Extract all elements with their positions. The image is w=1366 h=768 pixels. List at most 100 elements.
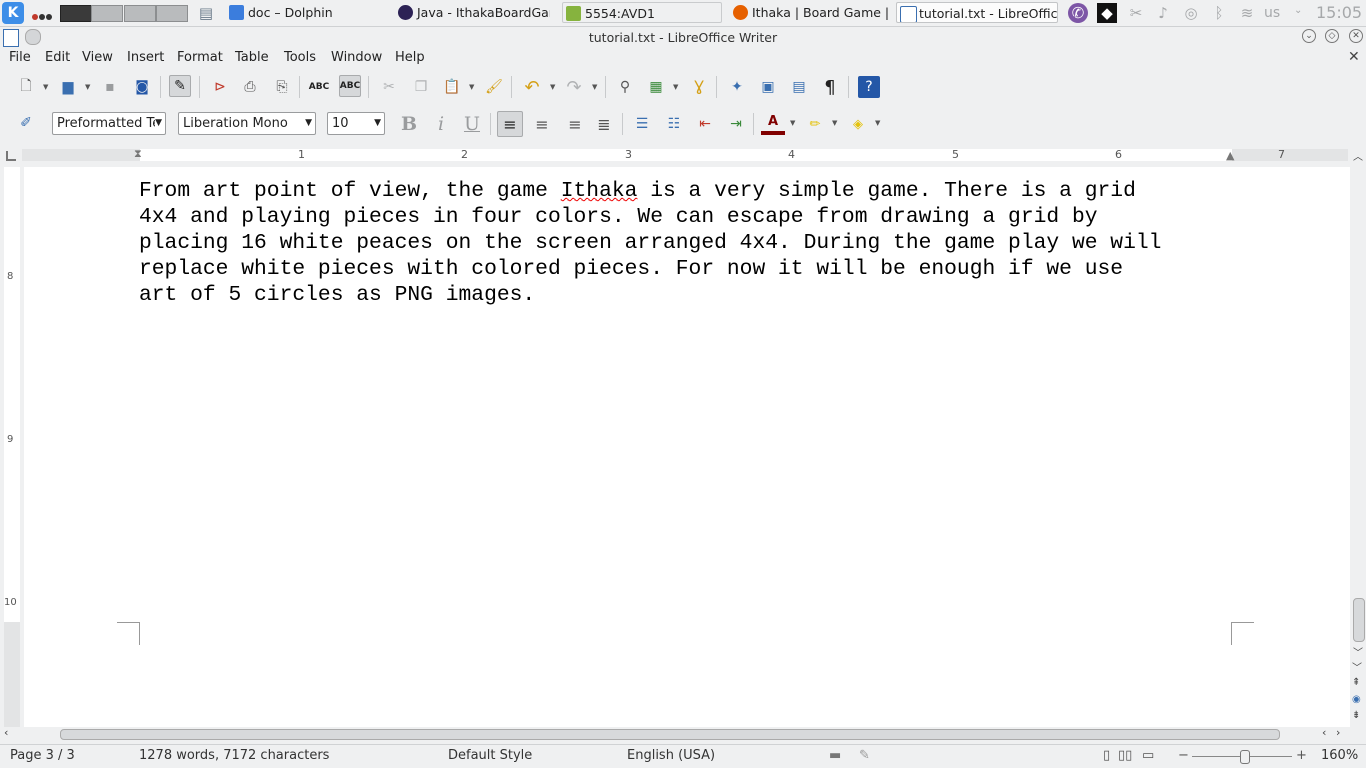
show-draw-functions-icon[interactable]: Ɣ bbox=[688, 76, 710, 98]
chevron-down-icon[interactable]: ▼ bbox=[875, 112, 883, 134]
previous-page-icon[interactable]: ⇞ bbox=[1352, 677, 1360, 688]
volume-icon[interactable]: ♪ bbox=[1153, 3, 1173, 23]
print-icon[interactable]: ⎙ bbox=[239, 76, 261, 98]
desktop-2[interactable] bbox=[91, 5, 123, 22]
wifi-icon[interactable]: ≋ bbox=[1237, 3, 1257, 23]
scissors-icon[interactable]: ✂ bbox=[1126, 3, 1146, 23]
cut-icon[interactable]: ✂ bbox=[378, 76, 400, 98]
scroll-thumb[interactable] bbox=[1353, 598, 1365, 642]
menu-insert[interactable]: Insert bbox=[127, 50, 164, 65]
save-icon[interactable]: ▪ bbox=[99, 76, 121, 98]
word-count[interactable]: 1278 words, 7172 characters bbox=[139, 748, 329, 763]
task-libreoffice[interactable]: tutorial.txt - LibreOffic bbox=[896, 2, 1058, 23]
close-document-icon[interactable]: ✕ bbox=[1348, 49, 1360, 65]
chevron-down-icon[interactable]: ▼ bbox=[85, 76, 93, 98]
align-center-icon[interactable]: ≡ bbox=[530, 112, 554, 136]
chevron-down-icon[interactable]: ▼ bbox=[673, 76, 681, 98]
single-page-view-icon[interactable]: ▯ bbox=[1103, 748, 1110, 763]
redo-icon[interactable]: ↷ bbox=[563, 76, 585, 98]
zoom-in-icon[interactable]: + bbox=[1296, 748, 1307, 763]
desktop-4[interactable] bbox=[156, 5, 188, 22]
copy-icon[interactable]: ❐ bbox=[410, 76, 432, 98]
gallery-icon[interactable]: ▣ bbox=[757, 76, 779, 98]
maximize-icon[interactable]: ◇ bbox=[1325, 29, 1339, 43]
menu-window[interactable]: Window bbox=[331, 50, 382, 65]
menu-format[interactable]: Format bbox=[177, 50, 223, 65]
scroll-left-icon[interactable]: ‹ bbox=[4, 726, 8, 739]
selection-mode-icon[interactable]: ▬ bbox=[829, 748, 841, 763]
clock[interactable]: 15:05 bbox=[1316, 3, 1362, 22]
zoom-slider-thumb[interactable] bbox=[1240, 750, 1250, 764]
page-indicator[interactable]: Page 3 / 3 bbox=[10, 748, 75, 763]
close-window-icon[interactable]: ✕ bbox=[1349, 29, 1363, 43]
background-color-icon[interactable]: ◈ bbox=[846, 112, 870, 136]
chevron-down-icon[interactable]: ▼ bbox=[832, 112, 840, 134]
tab-type-icon[interactable] bbox=[6, 151, 16, 161]
align-right-icon[interactable]: ≡ bbox=[563, 112, 587, 136]
zoom-level[interactable]: 160% bbox=[1321, 748, 1358, 763]
dropbox-icon[interactable]: ◆ bbox=[1097, 3, 1117, 23]
zoom-out-icon[interactable]: − bbox=[1178, 748, 1189, 763]
viber-icon[interactable]: ✆ bbox=[1068, 3, 1088, 23]
font-size-select[interactable]: 10 ▼ bbox=[327, 112, 385, 135]
chevron-down-icon[interactable]: ▼ bbox=[550, 76, 558, 98]
highlighting-icon[interactable]: ✏ bbox=[803, 112, 827, 136]
justify-icon[interactable]: ≣ bbox=[592, 112, 616, 136]
menu-table[interactable]: Table bbox=[235, 50, 269, 65]
align-left-icon[interactable]: ≡ bbox=[497, 111, 523, 137]
data-sources-icon[interactable]: ▤ bbox=[788, 76, 810, 98]
next-page-icon[interactable]: ⇟ bbox=[1352, 710, 1360, 721]
vertical-ruler[interactable]: 8 9 10 bbox=[4, 167, 20, 727]
scroll-up-icon[interactable]: ︿ bbox=[1353, 148, 1363, 163]
vertical-scrollbar[interactable]: ︿ ﹀ ﹀ ⇞ ◉ ⇟ bbox=[1350, 146, 1366, 726]
right-indent-marker[interactable]: ▲ bbox=[1226, 149, 1234, 162]
network-icon[interactable]: ◎ bbox=[1181, 3, 1201, 23]
help-icon[interactable]: ? bbox=[858, 76, 880, 98]
scroll-left-icon[interactable]: ‹ bbox=[1322, 726, 1326, 739]
page-style[interactable]: Default Style bbox=[448, 748, 532, 763]
font-color-icon[interactable]: A bbox=[761, 112, 785, 135]
chevron-down-icon[interactable]: ▼ bbox=[43, 76, 51, 98]
hyperlink-icon[interactable]: ⚲ bbox=[614, 76, 636, 98]
horizontal-scrollbar[interactable]: ‹ ‹ › bbox=[0, 726, 1366, 741]
menu-tools[interactable]: Tools bbox=[284, 50, 316, 65]
increase-indent-icon[interactable]: ⇥ bbox=[724, 112, 748, 136]
task-dolphin[interactable]: doc – Dolphin bbox=[226, 2, 386, 23]
new-document-icon[interactable]: 🗋 bbox=[15, 76, 37, 98]
chevron-down-icon[interactable]: ⌄ bbox=[1294, 5, 1302, 16]
bold-icon[interactable]: B bbox=[397, 112, 421, 136]
navigation-icon[interactable]: ◉ bbox=[1352, 694, 1361, 705]
document-modified-icon[interactable]: ✎ bbox=[859, 748, 870, 763]
styles-formatting-icon[interactable]: ✐ bbox=[15, 112, 37, 134]
notes-icon[interactable]: ▤ bbox=[196, 3, 216, 23]
bluetooth-icon[interactable]: ᛒ bbox=[1209, 3, 1229, 23]
numbered-list-icon[interactable]: ☰ bbox=[630, 112, 654, 136]
scroll-right-icon[interactable]: › bbox=[1336, 726, 1340, 739]
scroll-down-icon[interactable]: ﹀ bbox=[1352, 659, 1362, 674]
export-pdf-icon[interactable]: ⊳ bbox=[209, 76, 231, 98]
misspelled-word[interactable]: Ithaka bbox=[561, 179, 638, 203]
undo-icon[interactable]: ↶ bbox=[521, 76, 543, 98]
task-emulator[interactable]: 5554:AVD1 bbox=[562, 2, 722, 23]
chevron-down-icon[interactable]: ▼ bbox=[592, 76, 600, 98]
menu-view[interactable]: View bbox=[82, 50, 113, 65]
scroll-down-icon[interactable]: ﹀ bbox=[1353, 644, 1363, 659]
menu-file[interactable]: File bbox=[9, 50, 31, 65]
chevron-down-icon[interactable]: ▼ bbox=[469, 76, 477, 98]
paste-icon[interactable]: 📋 bbox=[441, 76, 463, 98]
save-as-icon[interactable]: ◙ bbox=[131, 76, 153, 98]
auto-spellcheck-icon[interactable]: ABC bbox=[339, 75, 361, 97]
task-firefox[interactable]: Ithaka | Board Game | B bbox=[730, 2, 888, 23]
left-indent-marker[interactable]: ⧗ bbox=[134, 147, 142, 161]
language[interactable]: English (USA) bbox=[627, 748, 715, 763]
decrease-indent-icon[interactable]: ⇤ bbox=[693, 112, 717, 136]
desktop-1[interactable] bbox=[60, 5, 92, 22]
desktop-3[interactable] bbox=[124, 5, 156, 22]
underline-icon[interactable]: U bbox=[460, 112, 484, 136]
table-icon[interactable]: ▦ bbox=[645, 76, 667, 98]
italic-icon[interactable]: i bbox=[429, 112, 453, 136]
spellcheck-icon[interactable]: ABC bbox=[308, 76, 330, 98]
horizontal-ruler[interactable]: ⧗ ▲ 1 2 3 4 5 6 7 bbox=[22, 147, 1348, 162]
minimize-icon[interactable]: ⌄ bbox=[1302, 29, 1316, 43]
pager-dots-icon[interactable] bbox=[32, 9, 54, 20]
